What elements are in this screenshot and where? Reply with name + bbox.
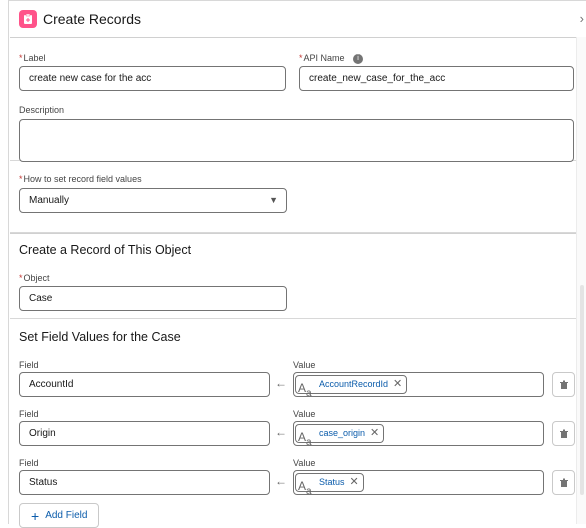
text-resource-icon: Aa: [298, 429, 312, 448]
field-input[interactable]: Origin: [19, 421, 270, 446]
add-field-button[interactable]: + Add Field: [19, 503, 100, 528]
pill-label: AccountRecordId: [319, 379, 389, 389]
scrollbar-thumb[interactable]: [580, 285, 584, 495]
object-label: Object: [23, 273, 50, 283]
field-input[interactable]: Status: [19, 470, 270, 495]
value-input[interactable]: Aa case_origin ✕: [293, 421, 544, 448]
panel-header: Create Records ›: [10, 1, 586, 38]
value-input[interactable]: Aa Status ✕: [293, 470, 544, 497]
plus-icon: +: [31, 507, 40, 524]
caret-down-icon: ▼: [269, 195, 278, 205]
scrollbar[interactable]: [576, 37, 586, 524]
text-resource-icon: Aa: [298, 380, 312, 399]
delete-button[interactable]: [552, 372, 575, 397]
label-field-label: Label: [23, 53, 46, 63]
remove-icon[interactable]: ✕: [370, 422, 379, 445]
object-input[interactable]: Case: [19, 286, 287, 311]
delete-button[interactable]: [552, 421, 575, 446]
value-input[interactable]: Aa AccountRecordId ✕: [293, 372, 544, 399]
value-label: Value: [293, 360, 316, 370]
pill-label: case_origin: [319, 428, 366, 438]
resource-pill[interactable]: Aa AccountRecordId ✕: [295, 373, 408, 399]
create-records-panel: Create Records › *Label create new case …: [10, 1, 586, 528]
field-values-section: Set Field Values for the Case Field Acco…: [10, 321, 586, 528]
required-marker: *: [299, 53, 303, 63]
field-label: Field: [19, 360, 39, 370]
trash-icon: [559, 478, 568, 487]
object-section-title: Create a Record of This Object: [19, 243, 192, 257]
arrow-left-icon: ←: [275, 425, 287, 439]
description-textarea[interactable]: [19, 119, 574, 162]
field-label: Field: [19, 409, 39, 419]
required-marker: *: [19, 174, 23, 184]
trash-icon: [559, 429, 568, 438]
add-field-label: Add Field: [45, 510, 88, 521]
pill-label: Status: [319, 477, 345, 487]
field-row: Field AccountId ← Value Aa AccountRecord…: [19, 359, 576, 399]
text-resource-icon: Aa: [298, 478, 312, 497]
remove-icon[interactable]: ✕: [393, 373, 402, 396]
field-input[interactable]: AccountId: [19, 372, 270, 397]
panel-title: Create Records: [43, 11, 142, 27]
api-name-input[interactable]: create_new_case_for_the_acc: [299, 66, 574, 91]
description-label: Description: [19, 105, 65, 115]
general-section: *Label create new case for the acc *API …: [10, 38, 586, 162]
remove-icon[interactable]: ✕: [350, 471, 359, 494]
label-input[interactable]: create new case for the acc: [19, 66, 286, 91]
api-name-label: API Name: [303, 53, 345, 63]
required-marker: *: [19, 273, 23, 283]
trash-icon: [559, 380, 568, 389]
delete-button[interactable]: [552, 470, 575, 495]
clipboard-icon: [19, 10, 37, 28]
how-to-set-select[interactable]: Manually ▼: [19, 188, 287, 213]
info-icon[interactable]: i: [353, 53, 364, 64]
how-to-set-section: *How to set record field values Manually…: [10, 161, 586, 233]
field-row: Field Origin ← Value Aa case_origin ✕: [19, 408, 576, 448]
how-to-set-label: How to set record field values: [23, 174, 142, 184]
how-to-set-value: Manually: [29, 195, 70, 206]
value-label: Value: [293, 458, 316, 468]
arrow-left-icon: ←: [275, 474, 287, 488]
left-rail: [0, 0, 9, 524]
field-row: Field Status ← Value Aa Status ✕: [19, 457, 576, 497]
required-marker: *: [19, 53, 23, 63]
resource-pill[interactable]: Aa case_origin ✕: [295, 422, 385, 448]
object-section: Create a Record of This Object *Object C…: [10, 233, 586, 319]
field-label: Field: [19, 458, 39, 468]
value-label: Value: [293, 409, 316, 419]
arrow-left-icon: ←: [275, 376, 287, 390]
resource-pill[interactable]: Aa Status ✕: [295, 471, 364, 497]
chevron-right-icon[interactable]: ›: [580, 11, 584, 26]
field-values-title: Set Field Values for the Case: [19, 330, 181, 344]
